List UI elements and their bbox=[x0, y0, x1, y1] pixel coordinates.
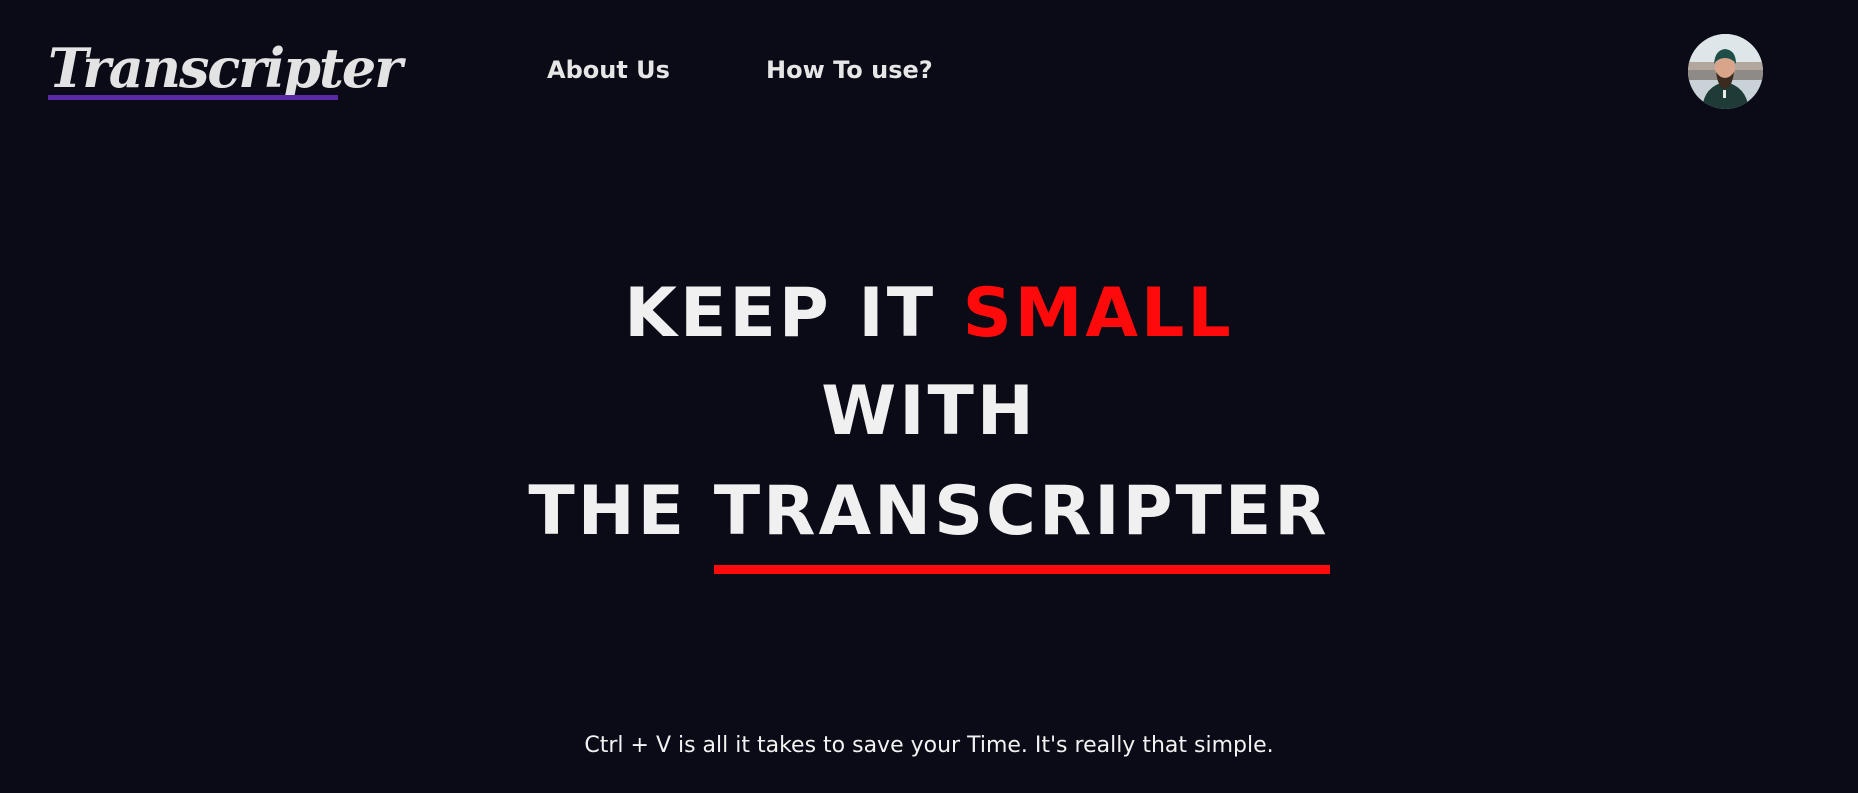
logo-underline bbox=[48, 95, 338, 100]
hero-line-1: KEEP IT SMALL bbox=[0, 274, 1858, 354]
hero-underline bbox=[713, 565, 1330, 574]
avatar[interactable] bbox=[1688, 34, 1763, 109]
tagline: Ctrl + V is all it takes to save your Ti… bbox=[584, 733, 1274, 758]
hero-underlined-word-wrap: TRANSCRIPTER bbox=[713, 472, 1330, 574]
logo[interactable]: Transcripter bbox=[48, 32, 403, 104]
hero-line-3-prefix: THE bbox=[528, 472, 688, 551]
hero-line-2-text: WITH bbox=[821, 372, 1037, 451]
nav-how-to-use-link[interactable]: How To use? bbox=[766, 56, 933, 84]
hero-underlined-word: TRANSCRIPTER bbox=[713, 472, 1330, 551]
nav-about-us-link[interactable]: About Us bbox=[547, 56, 670, 84]
hero-accent-word: SMALL bbox=[962, 274, 1234, 353]
hero-line-2: WITH bbox=[0, 372, 1858, 452]
avatar-photo bbox=[1688, 34, 1763, 109]
hero-line-1-prefix: KEEP IT bbox=[624, 274, 937, 353]
hero-line-3: THE TRANSCRIPTER bbox=[0, 472, 1858, 574]
